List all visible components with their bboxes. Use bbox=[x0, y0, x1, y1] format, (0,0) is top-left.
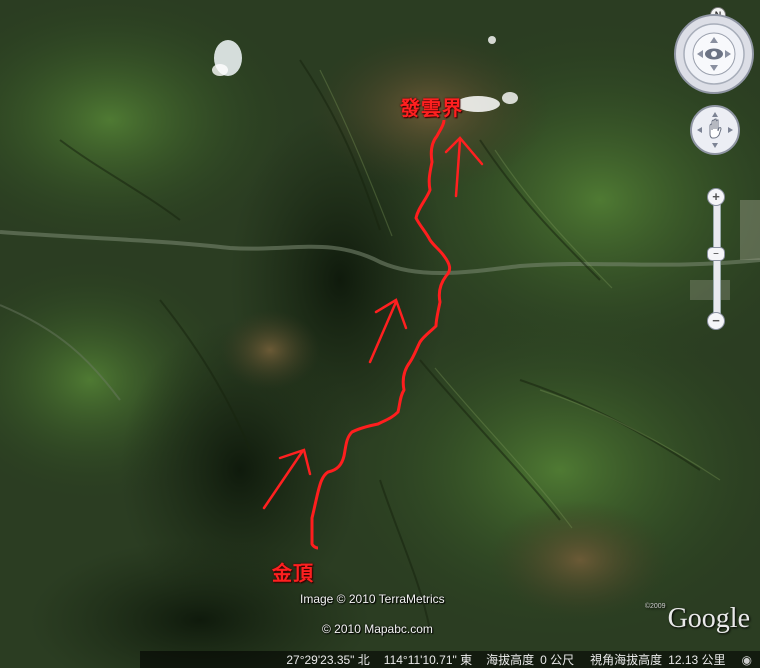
zoom-in-button[interactable]: + bbox=[707, 188, 725, 206]
eye-altitude-value: 12.13 公里 bbox=[668, 653, 726, 667]
logo-year: ©2009 bbox=[644, 603, 666, 610]
elevation-label: 海拔高度 bbox=[486, 653, 535, 667]
imagery-credit: Image © 2010 TerraMetrics bbox=[300, 592, 445, 606]
status-bar: 27°29'23.35" 北 114°11'10.71" 東 海拔高度 0 公尺… bbox=[0, 651, 760, 668]
streaming-indicator-icon: ◉ bbox=[741, 652, 752, 667]
look-around-control[interactable] bbox=[672, 12, 756, 96]
logo-text: Google bbox=[667, 603, 750, 634]
data-credit: © 2010 Mapabc.com bbox=[322, 622, 433, 636]
latitude-readout: 27°29'23.35" 北 bbox=[286, 653, 370, 667]
longitude-readout: 114°11'10.71" 東 bbox=[383, 653, 473, 667]
summit-label-north: 發雲界 bbox=[400, 96, 463, 120]
terrain-imagery bbox=[0, 0, 760, 668]
zoom-out-button[interactable]: − bbox=[707, 312, 725, 330]
summit-label-south: 金頂 bbox=[272, 561, 314, 585]
zoom-slider-thumb[interactable]: – bbox=[707, 247, 725, 262]
pan-control[interactable] bbox=[689, 104, 741, 156]
satellite-map[interactable]: 發雲界 金頂 Image © 2010 TerraMetrics © 2010 … bbox=[0, 0, 760, 668]
google-logo: ©2009Google bbox=[645, 603, 750, 635]
eye-altitude-label: 視角海拔高度 bbox=[590, 653, 663, 667]
elevation-value: 0 公尺 bbox=[540, 653, 575, 667]
